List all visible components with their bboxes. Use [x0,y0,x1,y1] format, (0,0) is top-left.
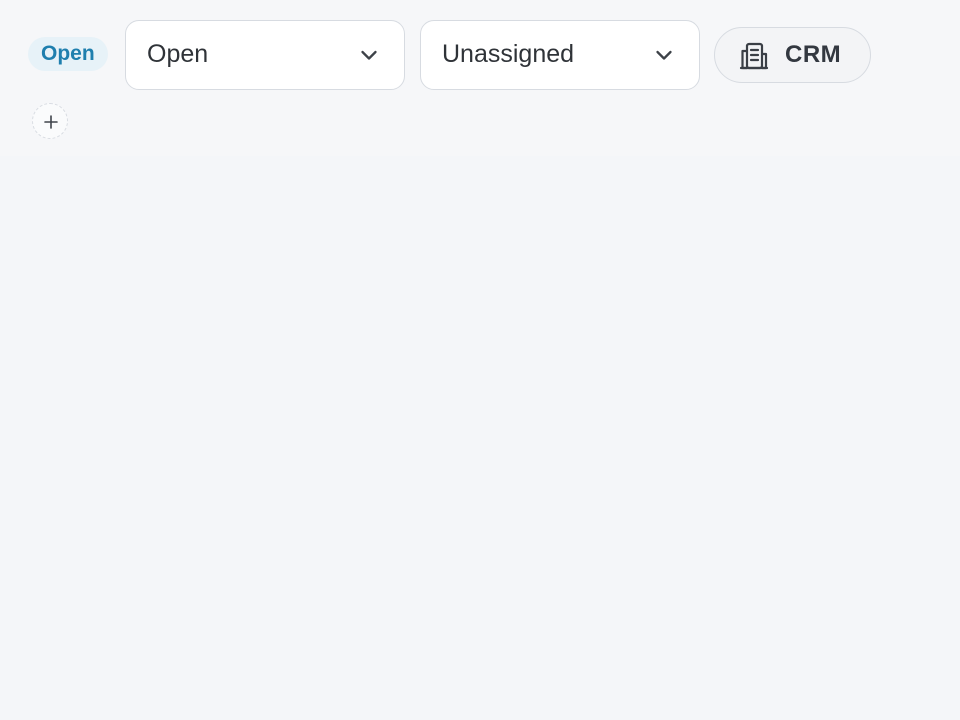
status-badge: Open [28,37,108,71]
filter-toolbar: Open Open Unassigned CRM [0,0,960,156]
chevron-down-icon [656,50,672,60]
page: Open Open Unassigned CRM [0,0,960,720]
building-icon [739,42,769,70]
content-area [0,156,960,720]
crm-button-label: CRM [785,41,842,68]
status-select-value: Open [147,40,209,68]
chevron-down-icon [361,50,377,60]
plus-icon [44,115,58,129]
status-select[interactable]: Open [125,20,405,90]
assignee-select-value: Unassigned [442,40,575,68]
assignee-select[interactable]: Unassigned [420,20,700,90]
add-filter-button[interactable] [32,103,68,139]
crm-button[interactable]: CRM [714,27,871,83]
